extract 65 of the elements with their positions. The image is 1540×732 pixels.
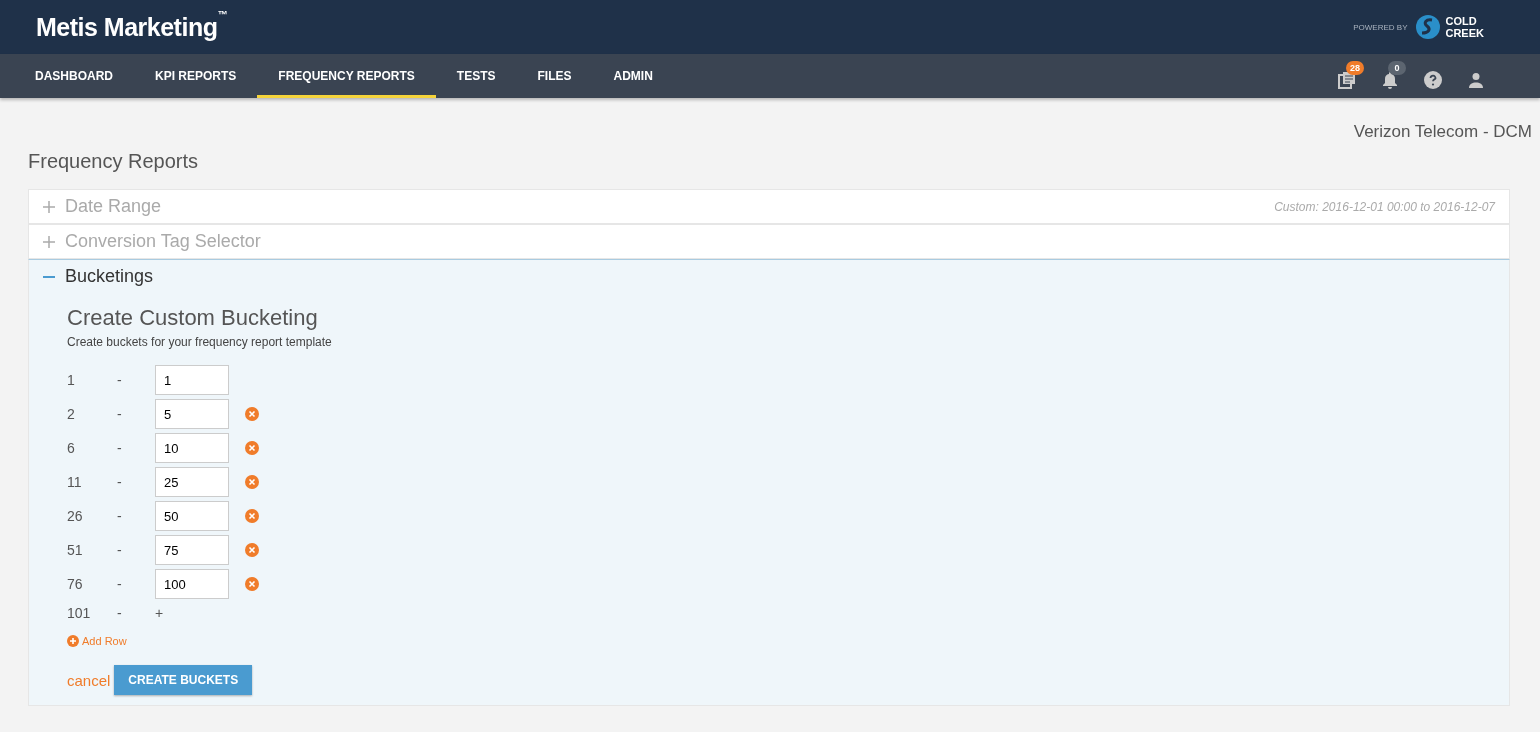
remove-icon: [245, 475, 259, 489]
range-dash: -: [117, 605, 123, 621]
bucket-start: 101: [67, 605, 92, 621]
range-dash: -: [117, 406, 123, 422]
nav-tab[interactable]: TESTS: [435, 54, 517, 98]
nav-tab[interactable]: DASHBOARD: [14, 54, 134, 98]
swirl-logo-icon: [1415, 14, 1442, 40]
account-name: Verizon Telecom - DCM: [1353, 122, 1532, 142]
app-logo: Metis Marketing$^{™}$: [36, 12, 227, 42]
section-summary: Custom: 2016-12-01 00:00 to 2016-12-07: [1274, 199, 1495, 214]
partner-name: COLD CREEK: [1445, 15, 1484, 39]
range-dash: -: [117, 440, 123, 456]
help-icon: [1424, 71, 1442, 89]
count-badge: 28: [1346, 61, 1364, 75]
bucket-start: 2: [67, 406, 76, 422]
bucket-end-field[interactable]: 1: [155, 365, 229, 395]
section-title: Date Range: [65, 196, 162, 217]
section-title: Bucketings: [65, 266, 154, 287]
bucket-start: 76: [67, 576, 84, 592]
documents-icon: [1338, 71, 1356, 89]
bucket-start: 6: [67, 440, 76, 456]
bucket-start: 1: [67, 372, 76, 388]
bucket-start: 26: [67, 508, 84, 524]
page-title: Frequency Reports: [28, 150, 199, 173]
remove-row-button[interactable]: [245, 441, 259, 455]
remove-icon: [245, 509, 259, 523]
bucket-end-field[interactable]: 100: [155, 569, 229, 599]
remove-row-button[interactable]: [245, 407, 259, 421]
remove-icon: [245, 577, 259, 591]
nav-tab[interactable]: ADMIN: [592, 54, 674, 98]
bucket-end-field[interactable]: 5: [155, 399, 229, 429]
form-subtitle: Create buckets for your frequency report template: [67, 335, 333, 349]
remove-row-button[interactable]: [245, 543, 259, 557]
plus-icon: [43, 235, 55, 248]
bucket-start: 51: [67, 542, 84, 558]
open-end-symbol: +: [155, 605, 165, 621]
range-dash: -: [117, 372, 123, 388]
range-dash: -: [117, 474, 123, 490]
remove-row-button[interactable]: [245, 577, 259, 591]
remove-row-button[interactable]: [245, 509, 259, 523]
bucket-end-field[interactable]: 25: [155, 467, 229, 497]
section-toggle[interactable]: Bucketings: [43, 266, 154, 287]
range-dash: -: [117, 542, 123, 558]
bucket-start: 11: [67, 474, 83, 490]
remove-icon: [245, 407, 259, 421]
bucket-end-field[interactable]: 10: [155, 433, 229, 463]
bucket-end-field[interactable]: 50: [155, 501, 229, 531]
range-dash: -: [117, 508, 123, 524]
bell-button[interactable]: 0: [1380, 61, 1406, 91]
powered-by-label: POWERED BY: [1353, 22, 1408, 32]
plus-icon: [43, 200, 55, 213]
range-dash: -: [117, 576, 123, 592]
nav-tab[interactable]: FREQUENCY REPORTS: [257, 54, 436, 98]
remove-icon: [245, 543, 259, 557]
remove-icon: [245, 441, 259, 455]
nav-tab[interactable]: FILES: [516, 54, 593, 98]
remove-row-button[interactable]: [245, 475, 259, 489]
bell-icon: [1382, 71, 1398, 89]
nav-tab[interactable]: KPI REPORTS: [134, 54, 258, 98]
user-icon: [1468, 72, 1484, 88]
form-heading: Create Custom Bucketing: [67, 305, 319, 331]
count-badge: 0: [1388, 61, 1406, 75]
plus-circle-icon: [67, 635, 79, 647]
bucket-end-field[interactable]: 75: [155, 535, 229, 565]
minus-icon: [43, 275, 55, 278]
